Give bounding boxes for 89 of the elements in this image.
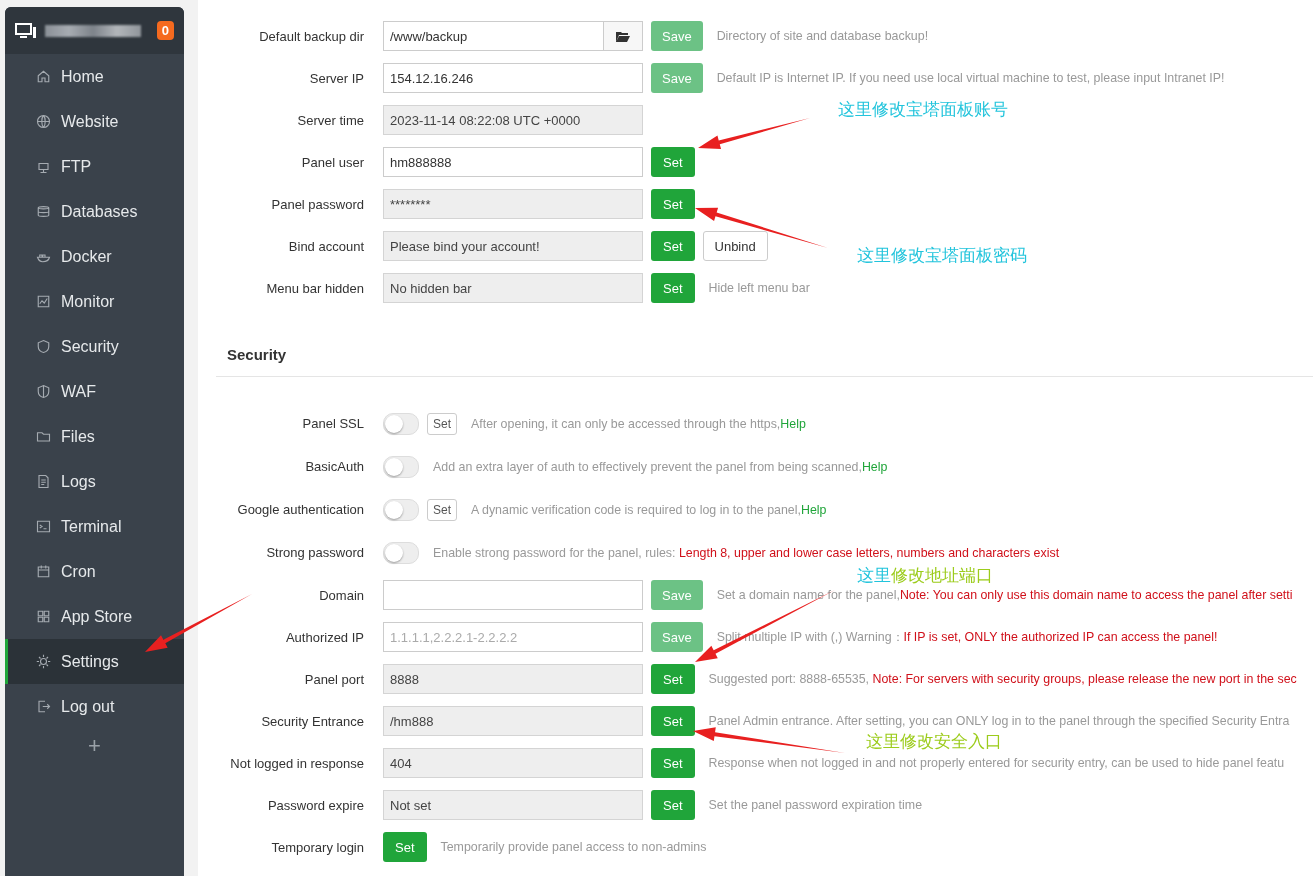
annotation-text: 这里修改宝塔面板密码 <box>857 245 1027 265</box>
field-label: BasicAuth <box>304 459 364 474</box>
sidebar-item[interactable]: Logs <box>5 459 184 504</box>
menu-item-icon <box>36 384 51 399</box>
annotation-text: 这里修改安全入口 <box>866 731 1002 751</box>
hint-text: Directory of site and database backup! <box>716 29 929 43</box>
field-label: Domain <box>318 587 364 603</box>
field-label: Panel SSL <box>301 416 364 431</box>
field-label: Strong password <box>265 545 364 560</box>
field-label: Panel user <box>300 154 364 170</box>
menu-item-icon <box>36 429 51 444</box>
menu-item-icon <box>36 69 51 84</box>
folder-button[interactable] <box>604 21 643 51</box>
field-label: Server IP <box>308 70 364 86</box>
sidebar-item[interactable]: Settings <box>5 639 184 684</box>
annotation-text: 这里修改宝塔面板账号 <box>838 99 1008 119</box>
field-label: Authorized IP <box>284 629 364 645</box>
toggle-switch[interactable] <box>383 541 419 564</box>
input-field[interactable]: Please bind your account! <box>383 231 643 261</box>
sidebar-item[interactable]: App Store <box>5 594 184 639</box>
sidebar-item[interactable]: Terminal <box>5 504 184 549</box>
toggle-switch[interactable] <box>383 498 419 521</box>
hint-text: Response when not logged in and not properly entered for security entry, can be used to hide panel featu <box>708 756 1285 770</box>
folder-icon <box>616 30 630 42</box>
hint-text: A dynamic verification code is required to log in to the panel,Help <box>471 502 827 517</box>
hint-text: Hide left menu bar <box>708 281 810 295</box>
input-field[interactable]: 404 <box>383 748 643 778</box>
toggle-switch[interactable] <box>383 412 419 435</box>
menu-item-icon <box>36 294 51 309</box>
field-label: Panel port <box>303 671 364 687</box>
menu-item-icon <box>36 204 51 219</box>
input-field[interactable]: hm888888 <box>383 147 643 177</box>
hint-text: Add an extra layer of auth to effectively prevent the panel from being scanned,Help <box>433 459 888 474</box>
field-label: Default backup dir <box>258 28 364 44</box>
field-label: Password expire <box>266 797 364 813</box>
menu-item-icon <box>36 474 51 489</box>
hint-text: Temporarily provide panel access to non-admins <box>440 840 707 854</box>
field-label: Google authentication <box>236 502 364 517</box>
field-label: Security Entrance <box>260 713 364 729</box>
input-field[interactable]: 8888 <box>383 664 643 694</box>
input-field[interactable] <box>383 580 643 610</box>
sidebar-item[interactable]: Website <box>5 99 184 144</box>
hint-text: Set a domain name for the panel,Note: You can only use this domain name to access the panel after setti <box>716 588 1293 602</box>
input-field[interactable]: /www/backup <box>383 21 604 51</box>
sidebar-item[interactable]: Cron <box>5 549 184 594</box>
sidebar-item[interactable]: Docker <box>5 234 184 279</box>
hint-text: After opening, it can only be accessed through the https,Help <box>471 416 806 431</box>
sidebar-item[interactable]: Monitor <box>5 279 184 324</box>
menu-item-icon <box>36 339 51 354</box>
input-field[interactable]: 154.12.16.246 <box>383 63 643 93</box>
field-label: Bind account <box>287 238 364 254</box>
set-button[interactable]: Set <box>427 498 457 521</box>
toggle-switch[interactable] <box>383 455 419 478</box>
sidebar-item[interactable]: Databases <box>5 189 184 234</box>
input-field[interactable]: 2023-11-14 08:22:08 UTC +0000 <box>383 105 643 135</box>
sidebar-item[interactable]: Home <box>5 54 184 99</box>
annotation-text: 这里修改地址端口 <box>857 565 993 585</box>
sidebar-item[interactable]: FTP <box>5 144 184 189</box>
unbind-button[interactable]: Unbind <box>702 231 768 261</box>
sidebar-item[interactable]: Files <box>5 414 184 459</box>
menu-item-icon <box>36 114 51 129</box>
sidebar-item[interactable]: Security <box>5 324 184 369</box>
field-label: Panel password <box>270 196 364 212</box>
add-button[interactable]: + <box>88 729 101 759</box>
hint-text: Panel Admin entrance. After setting, you can ONLY log in to the panel through the specified Security Entra <box>708 714 1290 728</box>
field-label: Menu bar hidden <box>265 280 364 296</box>
hint-text: Suggested port: 8888-65535, Note: For servers with security groups, please release the new port in the sec <box>708 672 1297 686</box>
menu-item-icon <box>36 609 51 624</box>
input-field[interactable]: ******** <box>383 189 643 219</box>
hint-text: Set the panel password expiration time <box>708 798 923 812</box>
sidebar-item[interactable]: WAF <box>5 369 184 414</box>
section-title: Security <box>227 345 287 365</box>
hint-text: Enable strong password for the panel, rules: Length 8, upper and lower case letters, numbers and characters exist <box>433 545 1060 560</box>
sidebar-item[interactable]: Log out <box>5 684 184 729</box>
menu-item-icon <box>36 564 51 579</box>
menu-item-icon <box>36 699 51 714</box>
input-field[interactable]: /hm888 <box>383 706 643 736</box>
menu-item-icon <box>36 519 51 534</box>
field-label: Temporary login <box>270 839 364 855</box>
hint-text: Default IP is Internet IP. If you need use local virtual machine to test, please input Intranet IP! <box>716 71 1225 85</box>
monitor-icon <box>15 21 37 40</box>
field-label: Server time <box>296 112 364 128</box>
input-field[interactable]: No hidden bar <box>383 273 643 303</box>
field-label: Not logged in response <box>229 755 364 771</box>
hint-text: Split multiple IP with (,) Warning：If IP is set, ONLY the authorized IP can access the panel! <box>716 628 1218 646</box>
set-button[interactable]: Set <box>427 412 457 435</box>
input-field[interactable]: 1.1.1.1,2.2.2.1-2.2.2.2 <box>383 622 643 652</box>
input-field[interactable]: Not set <box>383 790 643 820</box>
menu-item-icon <box>36 654 51 669</box>
